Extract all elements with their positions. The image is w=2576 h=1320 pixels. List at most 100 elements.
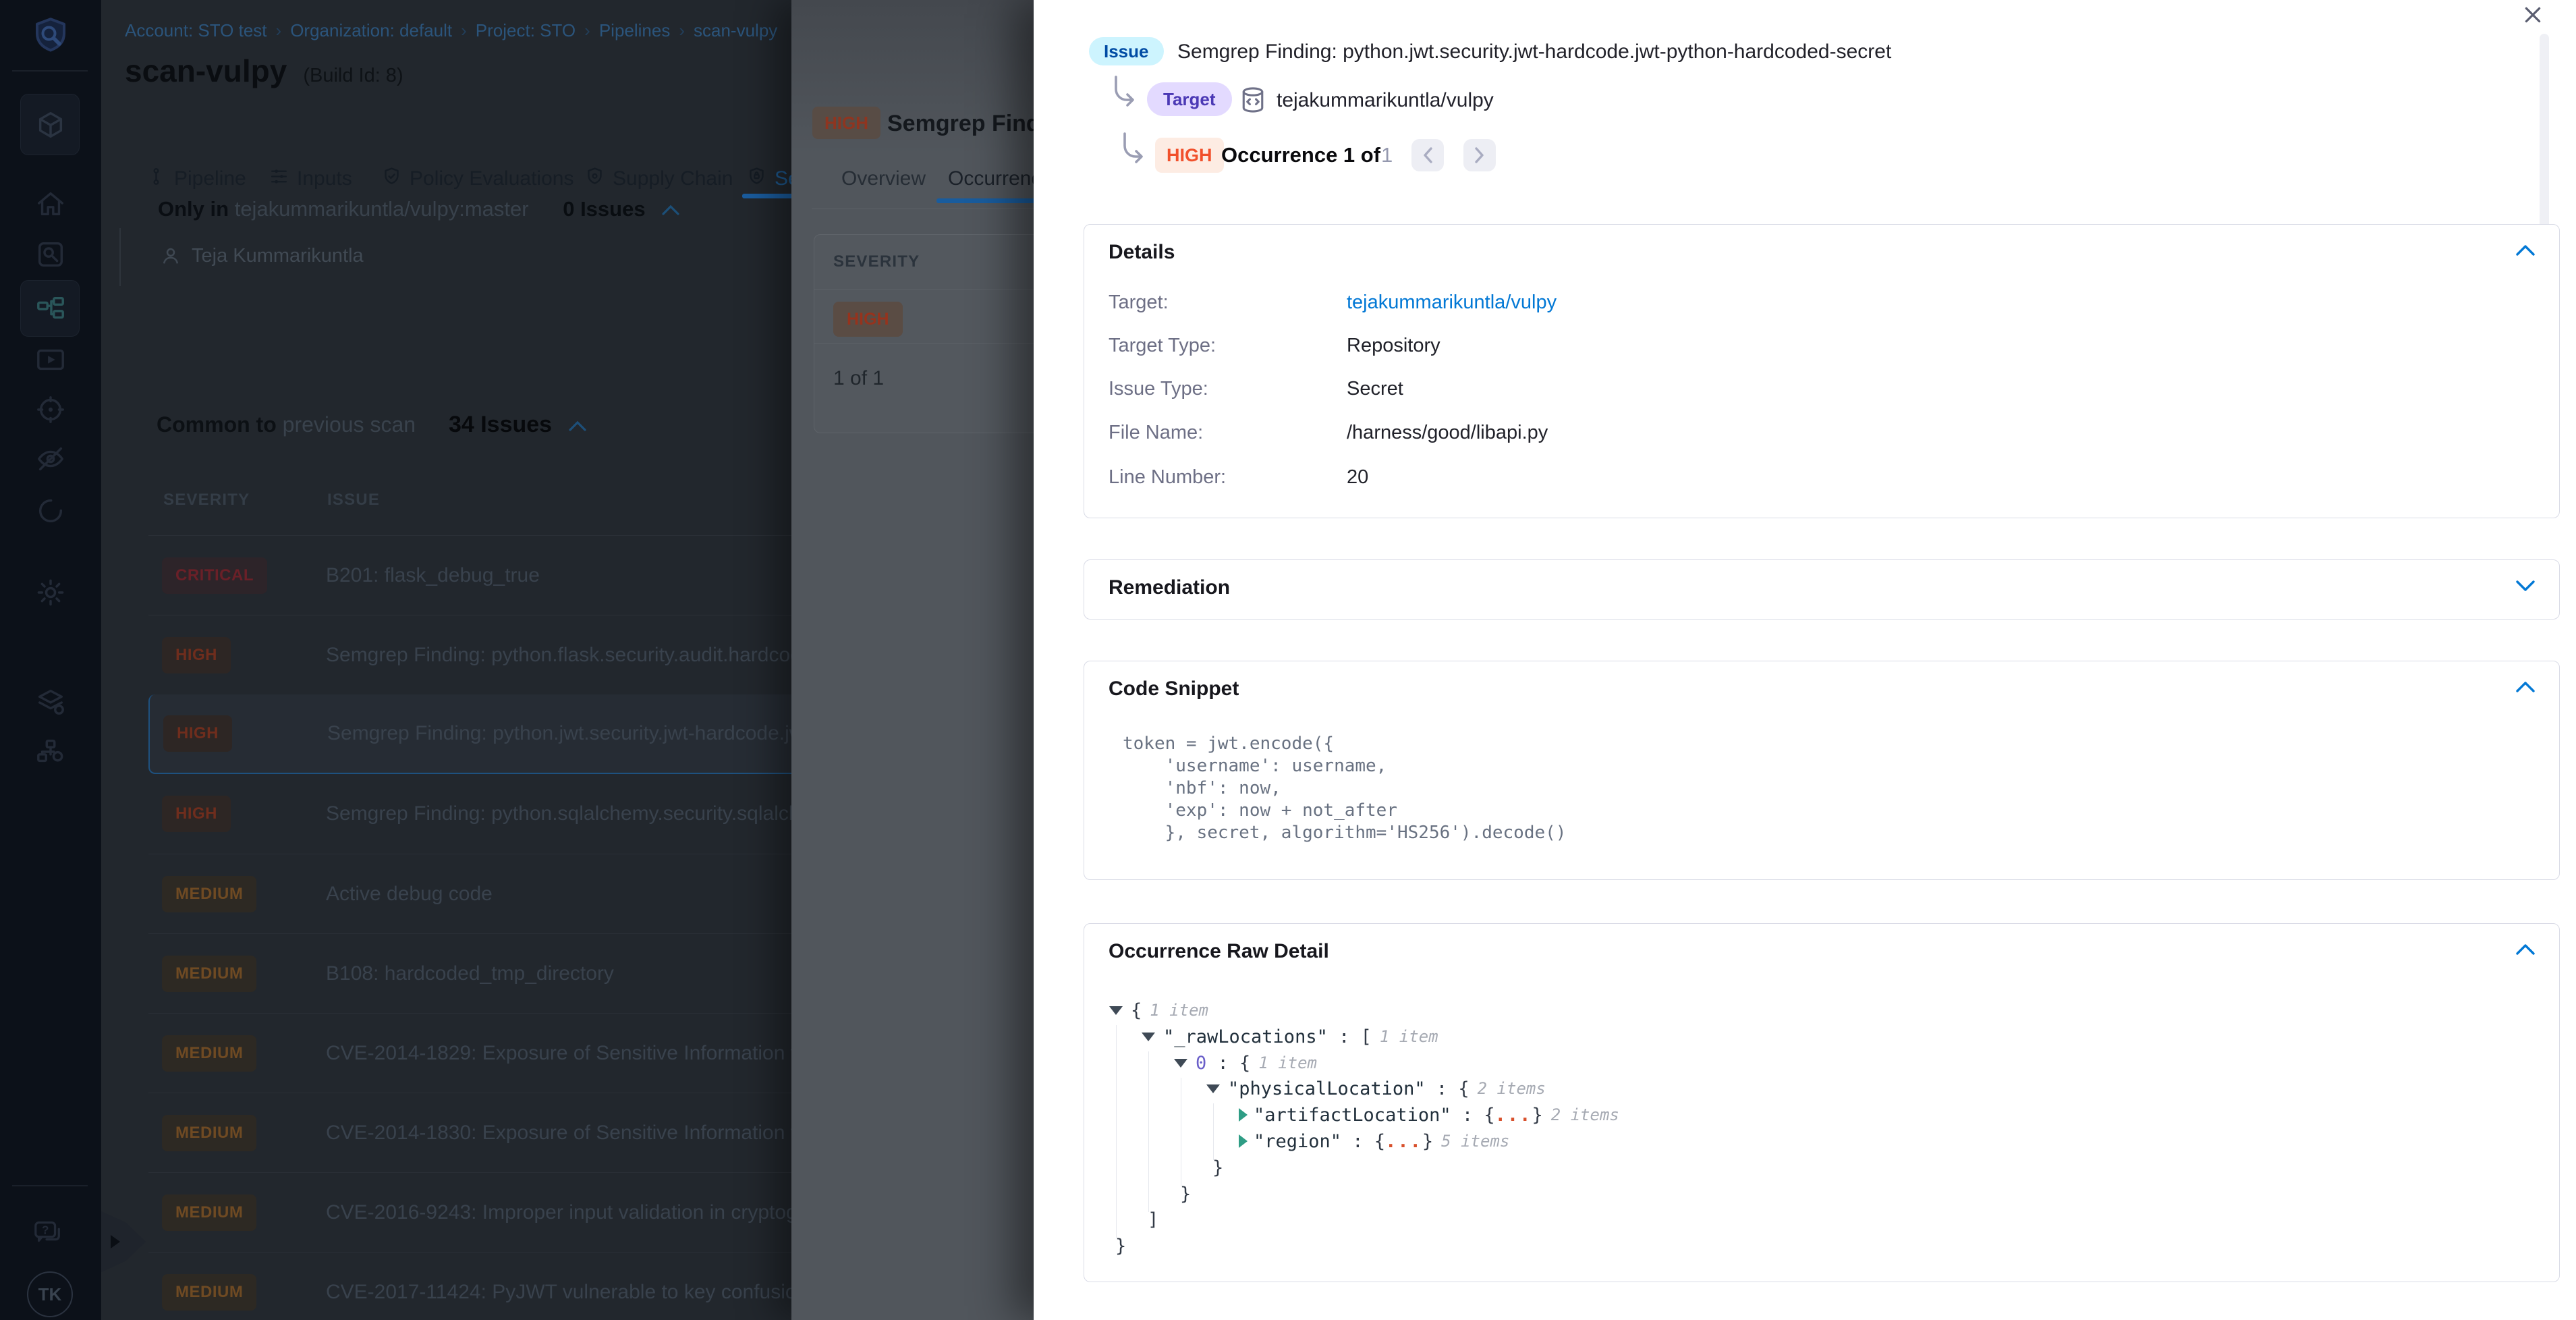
breadcrumb-item[interactable]: scan-vulpy <box>694 20 777 40</box>
sidebar-item-home[interactable] <box>35 188 66 219</box>
json-close-bracket: } <box>1212 1157 1223 1178</box>
detail-value: Repository <box>1347 335 1440 359</box>
new-issues-section-header[interactable]: Only in tejakummarikuntla/vulpy:master 0… <box>158 197 681 221</box>
code-line: }, secret, algorithm='HS256').decode() <box>1123 823 1566 845</box>
user-avatar[interactable]: TK <box>27 1271 73 1317</box>
severity-badge: HIGH <box>1155 138 1224 173</box>
help-chat-icon[interactable]: ? <box>32 1217 63 1248</box>
tree-collapsed-icon[interactable] <box>1239 1134 1248 1148</box>
json-tree-row[interactable]: "artifactLocation" : {...}2 items <box>1084 1103 1619 1127</box>
sidebar-divider <box>12 70 88 72</box>
drawer-issue-title: Semgrep Finding: python.jwt.security.jwt… <box>887 111 1034 137</box>
shield-check-icon <box>381 166 402 192</box>
detail-row: Issue Type:Secret <box>1109 378 1403 402</box>
breadcrumb-item[interactable]: Pipelines <box>599 20 671 40</box>
json-tree-row[interactable]: "_rawLocations" : [1 item <box>1084 1024 1438 1049</box>
json-tree-row[interactable]: ] <box>1084 1207 1158 1232</box>
tab-pipeline[interactable]: Pipeline <box>146 162 246 196</box>
details-card: Details Target:tejakummarikuntla/vulpyTa… <box>1084 224 2560 518</box>
common-to-label: Common to <box>157 412 277 437</box>
raw-detail-card: Occurrence Raw Detail {1 item"_rawLocati… <box>1084 923 2560 1282</box>
json-tree-view: {1 item"_rawLocations" : [1 item0 : {1 i… <box>1084 924 2559 1282</box>
json-colon: : <box>1206 1053 1239 1074</box>
target-name: tejakummarikuntla/vulpy <box>1277 89 1494 112</box>
tab-supply-chain[interactable]: Supply Chain <box>584 162 733 196</box>
sidebar-item-module-cube[interactable] <box>20 94 80 155</box>
json-open-bracket: { <box>1131 1000 1142 1021</box>
expand-remediation-button[interactable] <box>2515 579 2536 593</box>
tree-expanded-icon[interactable] <box>1206 1084 1220 1093</box>
occurrence-label: Occurrence 1 of <box>1221 143 1380 167</box>
json-tree-row[interactable]: } <box>1084 1182 1191 1206</box>
json-tree-row[interactable]: "physicalLocation" : {2 items <box>1084 1076 1546 1101</box>
json-tree-row[interactable]: 0 : {1 item <box>1084 1051 1317 1075</box>
tab-overview[interactable]: Overview <box>841 167 926 190</box>
sidebar-item-executions[interactable] <box>35 344 66 375</box>
close-icon[interactable] <box>2518 0 2548 30</box>
json-key: 0 <box>1196 1053 1206 1074</box>
collapse-details-button[interactable] <box>2515 244 2536 257</box>
tree-expanded-icon[interactable] <box>1109 1006 1123 1015</box>
sidebar-item-org-settings[interactable] <box>35 736 66 767</box>
sidebar-item-targets[interactable] <box>35 394 66 425</box>
detail-label: Target Type: <box>1109 335 1347 359</box>
json-close-bracket: ] <box>1148 1209 1158 1230</box>
sidebar-item-gitness[interactable] <box>35 495 66 526</box>
breadcrumb-item[interactable]: Organization: default <box>290 20 452 40</box>
json-tree-row[interactable]: } <box>1084 1234 1126 1258</box>
prev-occurrence-button[interactable] <box>1411 139 1444 171</box>
issue-details-panel: Issue Semgrep Finding: python.jwt.securi… <box>1034 0 2576 1320</box>
severity-badge: HIGH <box>163 715 232 752</box>
next-occurrence-button[interactable] <box>1463 139 1496 171</box>
common-issues-count: 34 Issues <box>449 412 552 437</box>
tree-collapsed-icon[interactable] <box>1239 1108 1248 1122</box>
sidebar-divider <box>12 1185 88 1186</box>
breadcrumb-item[interactable]: Account: STO test <box>125 20 267 40</box>
elbow-arrow-icon <box>1121 132 1148 165</box>
code-block: token = jwt.encode({ 'username': usernam… <box>1123 734 1566 845</box>
repository-icon <box>1238 84 1268 116</box>
sidebar-item-settings[interactable] <box>35 577 66 608</box>
sidebar-item-pipelines[interactable] <box>20 280 80 337</box>
module-cube-icon <box>35 109 66 140</box>
json-tree-row[interactable]: } <box>1084 1155 1223 1180</box>
divider <box>814 343 1034 344</box>
tree-expanded-icon[interactable] <box>1174 1059 1187 1068</box>
page-title: scan-vulpy <box>125 53 287 89</box>
pipelines-icon <box>35 294 66 325</box>
details-heading: Details <box>1109 241 1175 264</box>
pipeline-icon <box>146 166 167 192</box>
previous-scan-label: previous scan <box>283 412 416 437</box>
tab-policy-evaluations[interactable]: Policy Evaluations <box>381 162 573 196</box>
security-issue-drawer: HIGH Semgrep Finding: python.jwt.securit… <box>791 0 1034 1320</box>
json-tree-row[interactable]: "region" : {...}5 items <box>1084 1129 1509 1153</box>
target-badge: Target <box>1147 82 1232 116</box>
only-in-label: Only in <box>158 197 229 221</box>
occurrence-page-number: 1 <box>1381 143 1393 167</box>
sidebar-item-scan-search[interactable] <box>35 239 66 270</box>
json-collapsed-dots: ... <box>1385 1131 1422 1152</box>
sto-logo-icon <box>30 15 72 55</box>
common-issues-section-header[interactable]: Common to previous scan 34 Issues <box>157 412 588 438</box>
chevron-up-icon[interactable] <box>567 412 588 437</box>
active-tab-underline <box>936 198 1034 203</box>
tab-label: Policy Evaluations <box>410 167 573 190</box>
build-id-label: (Build Id: 8) <box>303 65 403 87</box>
detail-value-link[interactable]: tejakummarikuntla/vulpy <box>1347 292 1557 316</box>
sidebar-item-exemptions[interactable] <box>35 443 66 474</box>
detail-label: File Name: <box>1109 422 1347 446</box>
code-snippet-card: Code Snippet token = jwt.encode({ 'usern… <box>1084 661 2560 880</box>
chevron-up-icon[interactable] <box>661 197 681 221</box>
tab-inputs[interactable]: Inputs <box>269 162 352 196</box>
tab-occurrences[interactable]: Occurrences <box>948 167 1034 190</box>
sidebar-item-project-settings[interactable] <box>35 687 66 718</box>
severity-badge: MEDIUM <box>162 1035 256 1072</box>
active-tab-underline <box>742 194 793 198</box>
collapse-code-snippet-button[interactable] <box>2515 680 2536 694</box>
severity-badge[interactable]: HIGH <box>833 302 903 337</box>
json-open-bracket: { <box>1458 1078 1469 1099</box>
tree-expanded-icon[interactable] <box>1142 1033 1155 1041</box>
code-line: token = jwt.encode({ <box>1123 734 1566 756</box>
json-tree-row[interactable]: {1 item <box>1084 998 1208 1022</box>
breadcrumb-item[interactable]: Project: STO <box>476 20 576 40</box>
